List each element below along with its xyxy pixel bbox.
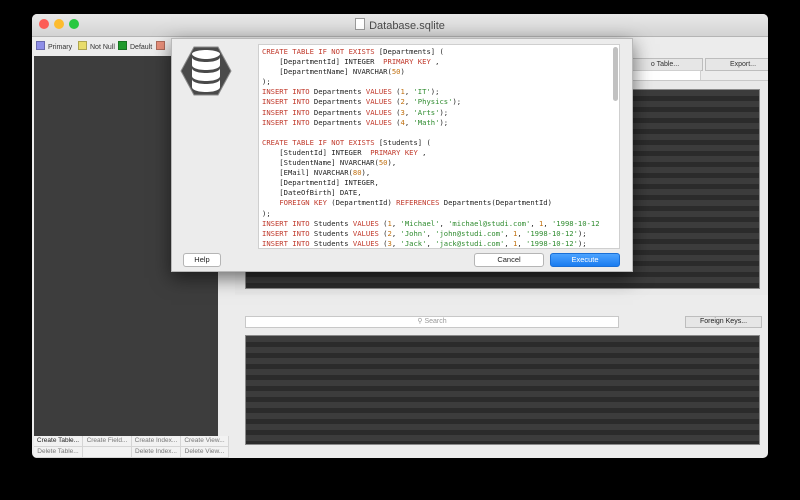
sql-line: INSERT INTO Students VALUES (2, 'John', … [262,228,587,238]
legend-other [156,41,168,51]
legend-label: Primary [48,44,73,51]
sql-line: [DateOfBirth] DATE, [262,188,362,198]
legend-swatch-default [118,41,127,50]
sql-line: INSERT INTO Students VALUES (3, 'Jack', … [262,238,587,248]
legend-swatch-other [156,41,165,50]
sql-line: [StudentName] NVARCHAR(50), [262,158,397,168]
search-placeholder: Search [424,318,447,325]
legend-label: Default [130,44,153,51]
sql-line: INSERT INTO Departments VALUES (1, 'IT')… [262,87,440,97]
sql-line: ); [262,208,271,218]
sql-line: INSERT INTO Departments VALUES (4, 'Math… [262,117,449,127]
sql-line: INSERT INTO Departments VALUES (2, 'Phys… [262,97,462,107]
legend-primary: Primary [36,41,72,51]
document-icon [355,18,366,30]
window-title: Database.sqlite [32,18,768,32]
execute-button[interactable]: Execute [550,253,620,267]
sql-line: ); [262,77,271,87]
sql-line: [StudentId] INTEGER PRIMARY KEY , [262,147,427,157]
sql-line: INSERT INTO Students VALUES (1, 'Michael… [262,218,600,228]
legend-swatch-primary [36,41,45,50]
create-table-button[interactable]: Create Table... [34,436,83,447]
title-bar: Database.sqlite [32,14,768,37]
window-title-text: Database.sqlite [369,20,445,32]
sql-line: INSERT INTO Departments VALUES (3, 'Arts… [262,107,449,117]
sql-line: FOREIGN KEY (DepartmentId) REFERENCES De… [279,198,552,208]
execute-sql-dialog: CREATE TABLE IF NOT EXISTS [Departments]… [171,38,633,272]
sql-editor[interactable]: CREATE TABLE IF NOT EXISTS [Departments]… [258,44,620,249]
sql-scrollbar[interactable] [613,47,618,101]
legend-not-null: Not Null [78,41,115,51]
legend-label: Not Null [90,44,115,51]
foreign-keys-grid[interactable] [245,335,760,445]
delete-table-button[interactable]: Delete Table... [34,447,83,458]
search-input[interactable]: ⚲ Search [245,316,619,328]
help-button[interactable]: Help [183,253,221,267]
sql-line: CREATE TABLE IF NOT EXISTS [Departments]… [262,47,444,56]
foreign-keys-button[interactable]: Foreign Keys... [685,316,762,328]
create-field-button[interactable]: Create Field... [83,436,132,447]
legend-default: Default [118,41,152,51]
sql-line: [DepartmentId] INTEGER, [262,178,379,188]
legend-swatch-not-null [78,41,87,50]
database-icon [180,46,232,96]
sql-text: CREATE TABLE IF NOT EXISTS [Departments]… [259,45,619,248]
cancel-button[interactable]: Cancel [474,253,544,267]
sql-line: CREATE TABLE IF NOT EXISTS [Students] ( [262,137,431,147]
delete-index-button[interactable]: Delete Index... [132,447,181,458]
sql-line: [EMail] NVARCHAR(80), [262,168,371,178]
export-button[interactable]: Export... [705,58,768,71]
create-view-button[interactable]: Create View... [181,436,229,447]
delete-view-button[interactable]: Delete View... [181,447,229,458]
sidebar-empty-button [83,447,132,458]
sql-line: [DepartmentId] INTEGER PRIMARY KEY , [262,57,440,67]
sql-line: [DepartmentName] NVARCHAR(50) [262,67,405,77]
create-index-button[interactable]: Create Index... [132,436,181,447]
